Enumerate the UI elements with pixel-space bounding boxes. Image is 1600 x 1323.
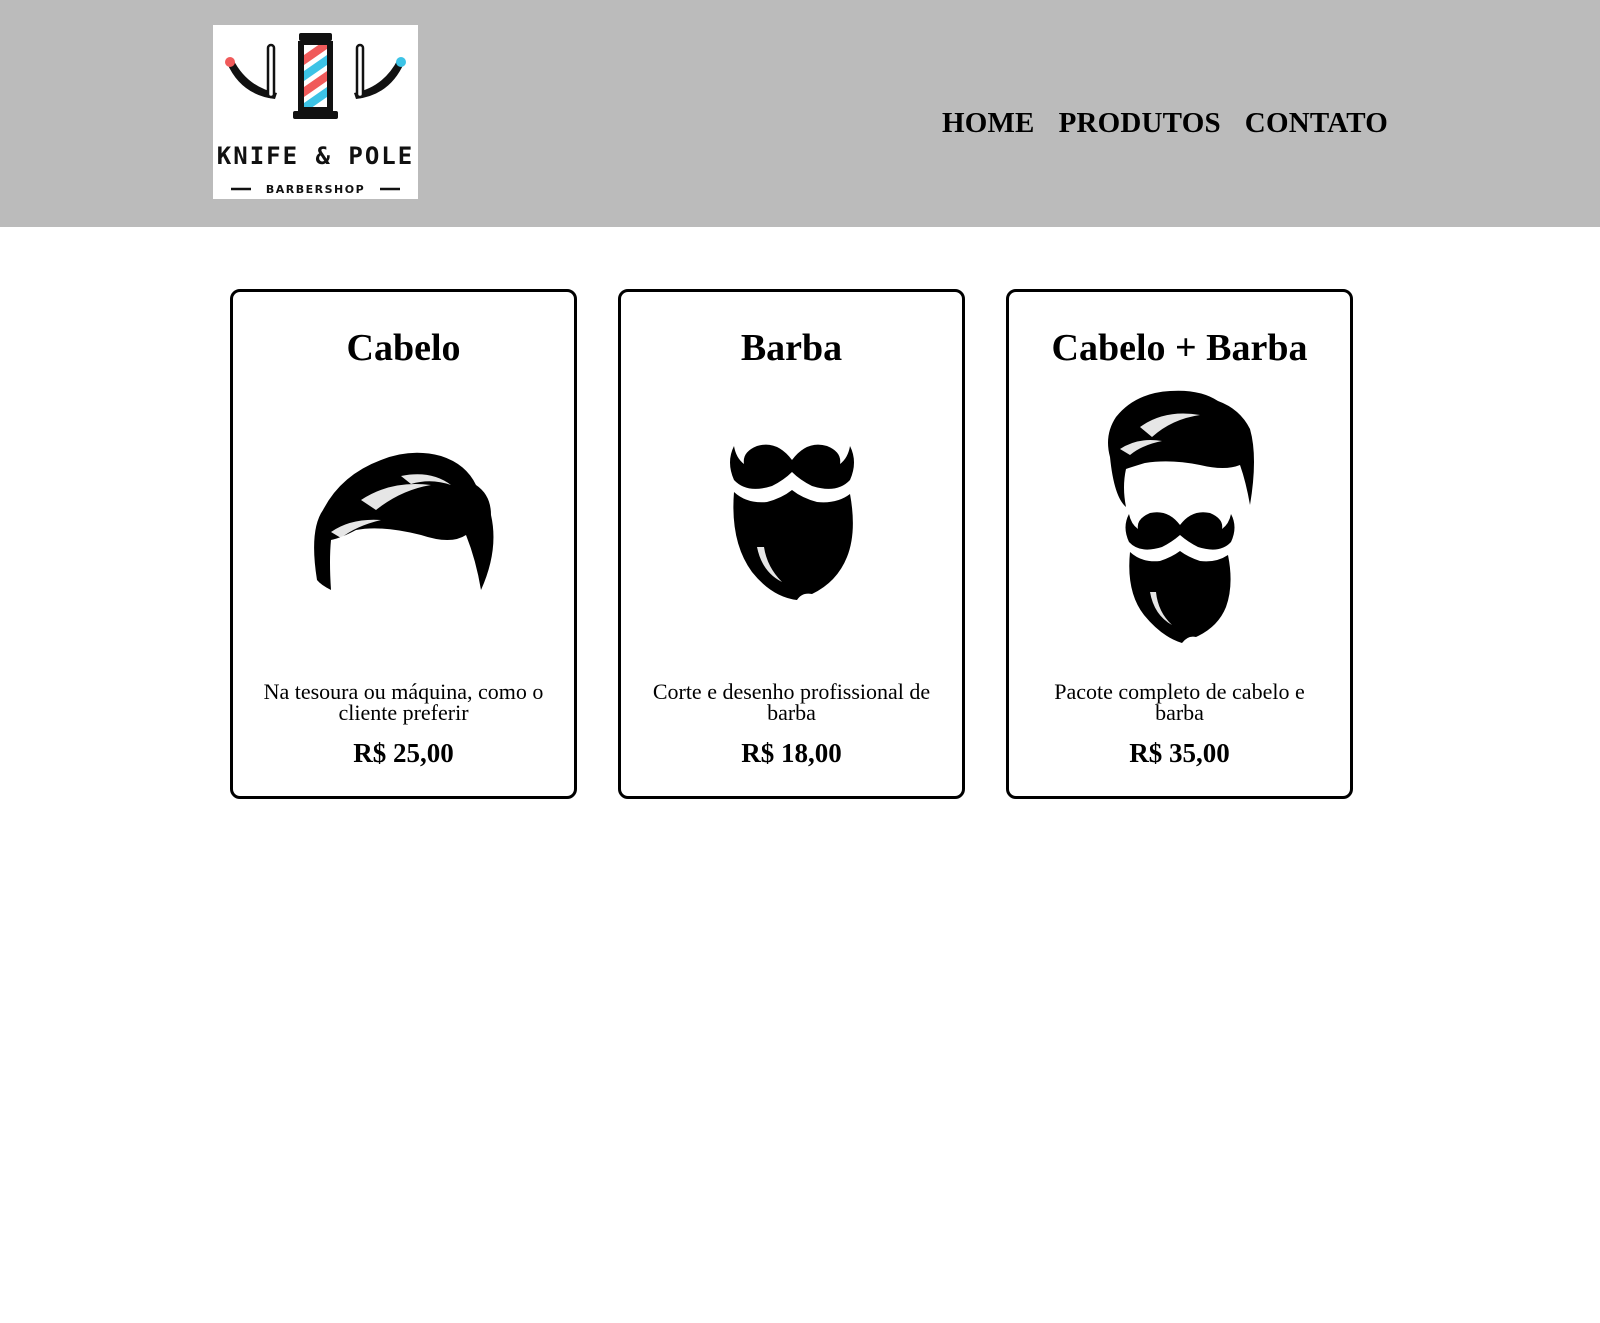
logo[interactable]: KNIFE & POLE BARBERSHOP xyxy=(213,25,418,199)
nav-produtos-link[interactable]: PRODUTOS xyxy=(1059,107,1221,140)
hair-and-beard-icon xyxy=(1107,390,1254,643)
nav-home-link[interactable]: HOME xyxy=(942,107,1035,140)
product-card-cabelo[interactable]: Cabelo Na tesoura ou máquina, como o cli… xyxy=(230,289,577,799)
product-cards: Cabelo Na tesoura ou máquina, como o cli… xyxy=(230,289,1353,799)
product-title: Barba xyxy=(740,327,843,369)
product-image xyxy=(621,387,962,652)
product-image xyxy=(1009,387,1350,652)
product-title: Cabelo + Barba xyxy=(1051,327,1308,369)
product-card-barba[interactable]: Barba Corte e desenho profissional de ba… xyxy=(618,289,965,799)
product-price: R$ 18,00 xyxy=(741,738,842,768)
logo-tagline-text: BARBERSHOP xyxy=(266,183,365,196)
nav-contato-link[interactable]: CONTATO xyxy=(1245,107,1388,140)
main-nav: HOME PRODUTOS CONTATO xyxy=(942,107,1388,140)
logo-brand-text: KNIFE & POLE xyxy=(217,142,414,170)
hair-icon xyxy=(314,452,494,590)
barber-pole-logo-icon: KNIFE & POLE BARBERSHOP xyxy=(217,33,414,196)
product-description: Corte e desenho profissional de barba xyxy=(652,679,931,725)
product-card-cabelo-barba[interactable]: Cabelo + Barba Pacote completo de cabelo… xyxy=(1006,289,1353,799)
site-header: KNIFE & POLE BARBERSHOP HOME PRODUTOS CO… xyxy=(0,0,1600,227)
product-image xyxy=(233,387,574,652)
product-price: R$ 25,00 xyxy=(353,738,454,768)
beard-icon xyxy=(729,444,854,600)
product-price: R$ 35,00 xyxy=(1129,738,1230,768)
product-description: Na tesoura ou máquina, como o cliente pr… xyxy=(263,679,544,725)
product-description: Pacote completo de cabelo e barba xyxy=(1054,679,1305,725)
product-title: Cabelo xyxy=(346,327,461,369)
